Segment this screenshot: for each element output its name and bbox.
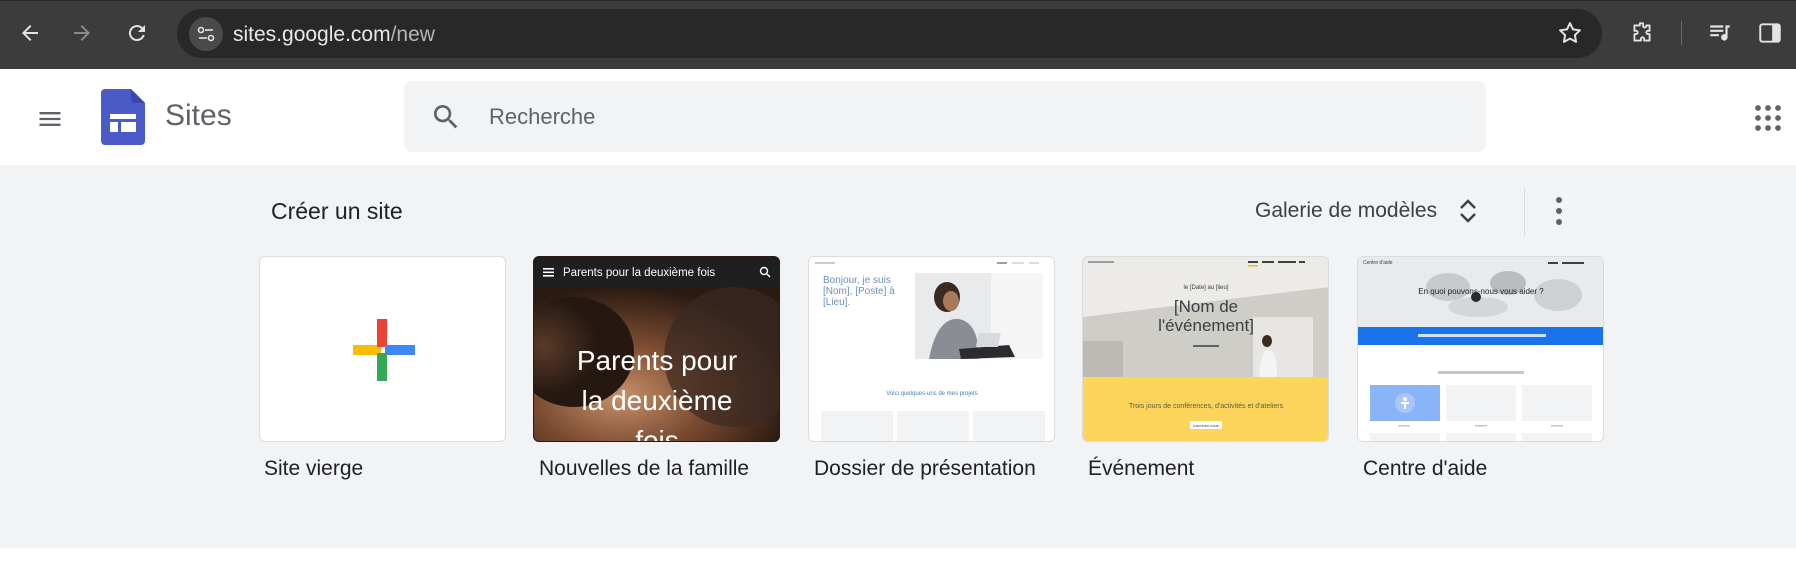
search-icon[interactable] [430,101,462,133]
template-card-blank[interactable] [259,256,506,442]
preview-event-title: [Nom de [1174,297,1238,316]
preview-intro-line: Bonjour, je suis [823,275,891,286]
forward-icon [74,25,90,41]
app-name[interactable]: Sites [165,99,232,133]
search-input[interactable] [489,81,1449,152]
recent-sites-area [0,548,1796,577]
preview-hero-line: la deuxième [582,385,733,416]
bookmark-star-icon [1559,22,1581,43]
site-info-icon [197,26,215,42]
extensions-button[interactable] [1624,15,1660,51]
preview-event-tagline: Trois jours de conférences, d'activités … [1129,403,1284,410]
template-gallery: Créer un site Galerie de modèles Site vi… [0,165,1796,548]
more-options-button[interactable] [1543,193,1575,229]
toolbar-divider [1681,21,1682,45]
unfold-more-icon [1460,199,1476,223]
template-label: Site vierge [264,457,364,480]
preview-help-question: En quoi pouvons-nous vous aider ? [1418,287,1544,296]
side-panel-icon [1759,23,1781,43]
template-card-family-news[interactable]: Parents pour la deuxième fois Parents po… [533,256,780,442]
address-bar[interactable]: sites.google.com/new [177,9,1602,58]
reload-icon [128,25,145,42]
template-label: Événement [1088,457,1195,480]
url-path: /new [390,23,435,46]
apps-grid-icon[interactable] [1753,103,1783,133]
media-queue-icon [1710,25,1730,41]
event-preview: le [Date] au [lieu] [Nom de l'événement]… [1083,257,1328,441]
sites-logo[interactable] [101,89,145,145]
template-card-help-center[interactable]: Centre d'aide En quoi pouvons-nous vous … [1357,256,1604,442]
section-title: Créer un site [271,198,403,224]
preview-site-title: Parents pour la deuxième fois [563,267,715,279]
main-menu-button[interactable] [30,99,70,139]
extensions-icon [1633,22,1651,42]
preview-register-button: Inscrivez-vous [1193,423,1219,428]
help-center-preview: Centre d'aide En quoi pouvons-nous vous … [1358,257,1603,441]
more-vert-icon [1556,197,1562,225]
family-news-preview: Parents pour la deuxième fois Parents po… [534,257,779,442]
url-text: sites.google.com/new [233,23,435,47]
preview-intro-line: [Lieu]. [823,297,850,308]
browser-toolbar: sites.google.com/new [0,0,1796,69]
template-label: Centre d'aide [1363,457,1488,480]
bookmark-button[interactable] [1556,19,1584,52]
preview-intro-line: [Nom], [Poste] à [823,286,895,297]
plus-icon [353,319,415,381]
media-button[interactable] [1702,15,1738,51]
side-panel-button[interactable] [1752,15,1788,51]
url-host: sites.google.com [233,23,391,46]
template-gallery-toggle[interactable]: Galerie de modèles [1255,191,1479,231]
template-label: Dossier de présentation [814,457,1036,480]
back-icon [22,25,38,41]
reload-button[interactable] [119,15,155,51]
template-gallery-label: Galerie de modèles [1255,199,1438,222]
preview-hero-line: fois [635,425,679,442]
menu-icon [39,112,61,126]
app-header: Sites [0,69,1796,165]
template-label: Nouvelles de la famille [539,457,750,480]
preview-brand: Centre d'aide [1363,260,1393,266]
portfolio-preview: Bonjour, je suis [Nom], [Poste] à [Lieu]… [809,257,1054,441]
search-bar[interactable] [404,81,1486,152]
preview-hero-line: Parents pour [577,345,737,376]
site-info-button[interactable] [189,17,223,51]
forward-button[interactable] [64,15,100,51]
template-card-event[interactable]: le [Date] au [lieu] [Nom de l'événement]… [1082,256,1329,442]
preview-event-title: l'événement] [1158,316,1254,335]
template-card-portfolio[interactable]: Bonjour, je suis [Nom], [Poste] à [Lieu]… [808,256,1055,442]
back-button[interactable] [12,15,48,51]
preview-projects-link: Voici quelques-uns de mes projets [886,391,977,397]
preview-event-date: le [Date] au [lieu] [1183,285,1228,291]
toolbar-divider [1524,188,1525,236]
